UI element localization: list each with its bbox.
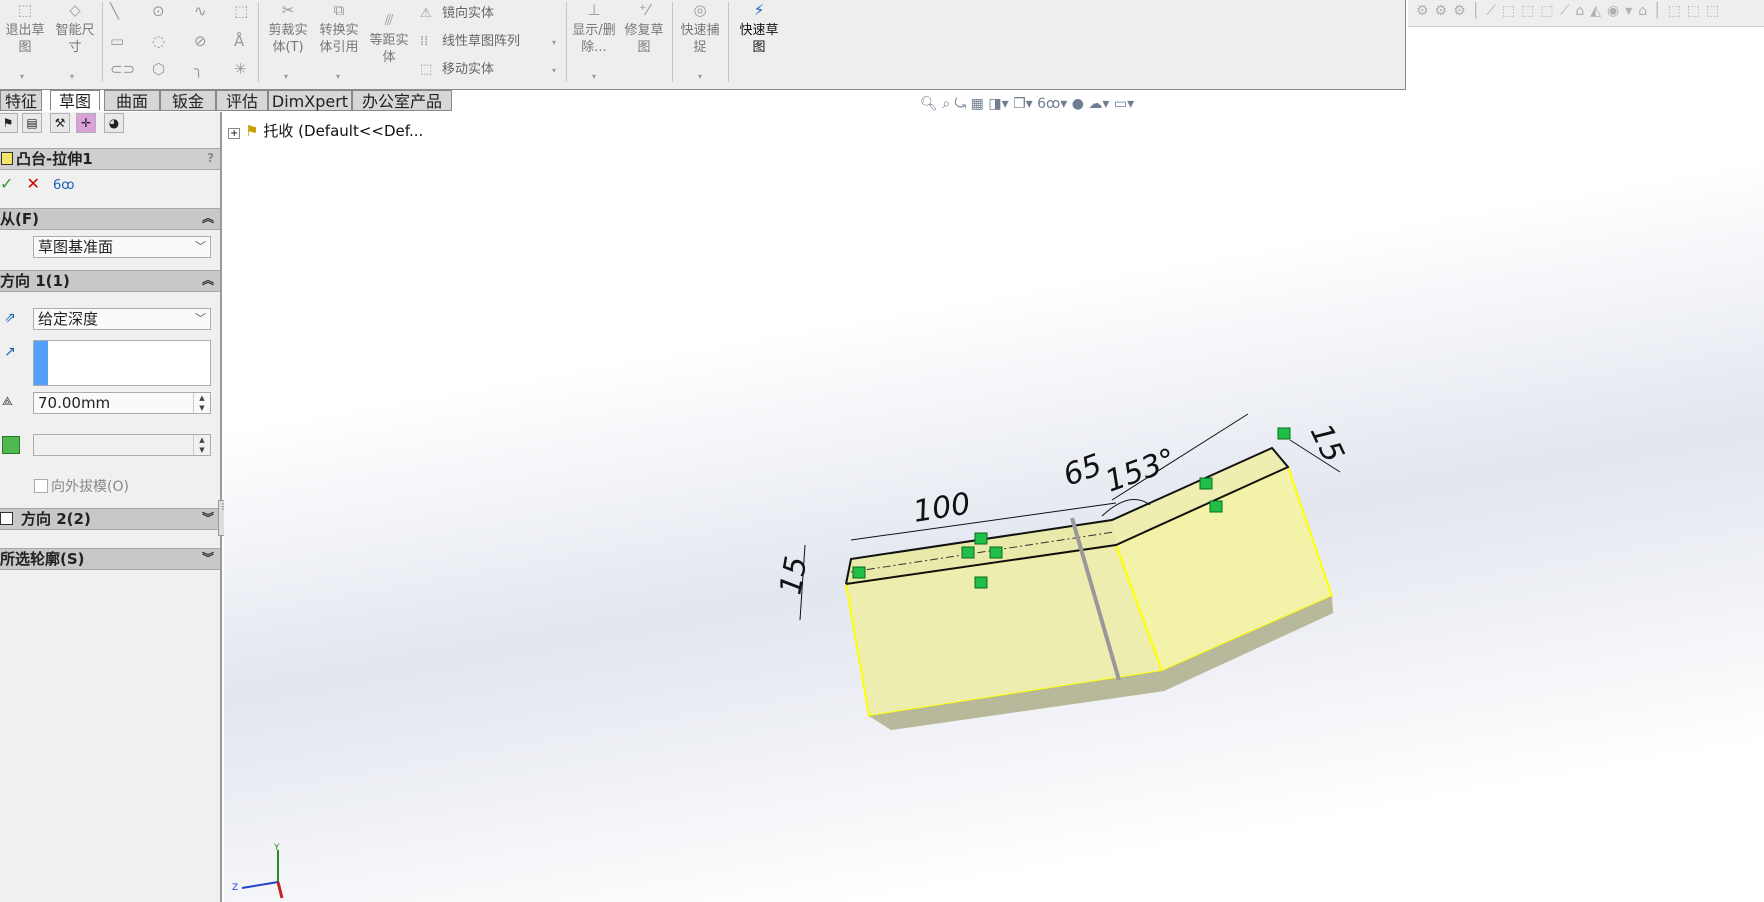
z-axis-line xyxy=(241,881,279,889)
vertical-relation-icon[interactable] xyxy=(852,566,866,579)
symmetric-relation-icon[interactable] xyxy=(989,546,1003,559)
dim-length-label[interactable]: 100 xyxy=(911,486,973,530)
y-axis-label: Y xyxy=(273,843,280,853)
coincident-relation-icon[interactable] xyxy=(974,532,988,545)
horizontal-relation-icon[interactable] xyxy=(974,576,988,589)
equal-relation-icon[interactable] xyxy=(1209,500,1223,513)
x-axis-line xyxy=(276,881,284,899)
equal-relation-icon[interactable] xyxy=(1199,477,1213,490)
dim-left-thickness-label[interactable]: 15 xyxy=(773,554,814,598)
model-svg: 100 65 153° 15 15 xyxy=(773,413,1351,730)
symmetric-relation-icon[interactable] xyxy=(961,546,975,559)
axis-triad: Y Z xyxy=(232,843,284,899)
vertical-relation-icon[interactable] xyxy=(1277,427,1291,440)
dim-right-thickness-label[interactable]: 15 xyxy=(1303,419,1351,468)
z-axis-label: Z xyxy=(232,883,238,893)
dim-angle-label[interactable]: 153° xyxy=(1101,442,1181,500)
dim-short-label[interactable]: 65 xyxy=(1059,448,1107,494)
